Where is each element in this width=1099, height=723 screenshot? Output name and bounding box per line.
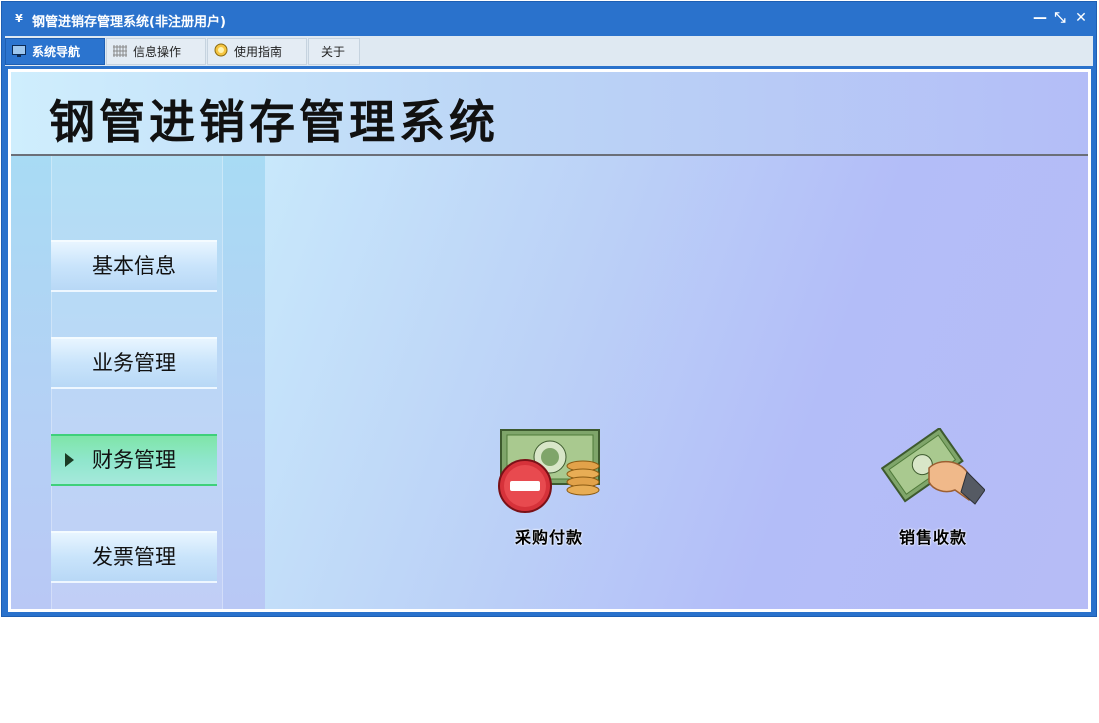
tab-bar: 系统导航 信息操作 使用指南 关于: [5, 36, 1093, 66]
minimize-button[interactable]: —: [1032, 10, 1048, 26]
tab-info-operation[interactable]: 信息操作: [106, 38, 206, 65]
page-title: 钢管进销存管理系统: [49, 95, 499, 149]
page-header: 钢管进销存管理系统: [11, 72, 1088, 156]
sidebar-item-label: 财务管理: [92, 448, 176, 472]
sidebar-item-label: 发票管理: [92, 545, 176, 569]
sidebar-item-invoice-management[interactable]: 发票管理: [51, 531, 217, 583]
app-window: ¥ 钢管进销存管理系统(非注册用户) — ⤡ ✕ 系统导航 信息操作 使用指南 …: [1, 1, 1097, 617]
window-title: 钢管进销存管理系统(非注册用户): [32, 15, 226, 30]
grid-icon: [113, 45, 127, 57]
sidebar-item-basic-info[interactable]: 基本信息: [51, 240, 217, 292]
purchase-payment-button[interactable]: 采购付款: [479, 428, 619, 548]
function-label: 采购付款: [514, 528, 583, 547]
tab-label: 信息操作: [133, 45, 182, 59]
close-button[interactable]: ✕: [1073, 10, 1089, 26]
restore-button[interactable]: ⤡: [1052, 10, 1068, 26]
tab-label: 使用指南: [234, 45, 283, 59]
tab-label: 系统导航: [32, 45, 81, 59]
tab-user-guide[interactable]: 使用指南: [207, 38, 307, 65]
cash-receipt-icon: [880, 426, 986, 505]
sidebar-item-label: 基本信息: [92, 254, 176, 278]
tab-label: 关于: [321, 45, 346, 59]
function-label: 销售收款: [898, 528, 967, 547]
tab-system-navigation[interactable]: 系统导航: [5, 38, 105, 65]
main-panel: 采购付款 销售收款: [265, 156, 1088, 609]
tab-about[interactable]: 关于: [308, 38, 360, 65]
cash-payment-icon: [498, 429, 600, 513]
sidebar-item-label: 业务管理: [92, 351, 176, 375]
sidebar-item-business-management[interactable]: 业务管理: [51, 337, 217, 389]
monitor-icon: [12, 45, 26, 57]
content-area: 钢管进销存管理系统 基本信息 业务管理 财务管理 发票管理 采购付款 销售收款: [8, 69, 1091, 612]
arrow-right-icon: [65, 453, 74, 467]
sidebar: 基本信息 业务管理 财务管理 发票管理: [11, 156, 265, 609]
sidebar-item-finance-management[interactable]: 财务管理: [51, 434, 217, 486]
lightbulb-icon: [214, 43, 228, 57]
app-logo-icon: ¥: [15, 12, 23, 25]
sales-receipt-button[interactable]: 销售收款: [863, 426, 1003, 548]
title-bar[interactable]: ¥ 钢管进销存管理系统(非注册用户) — ⤡ ✕: [2, 2, 1096, 36]
